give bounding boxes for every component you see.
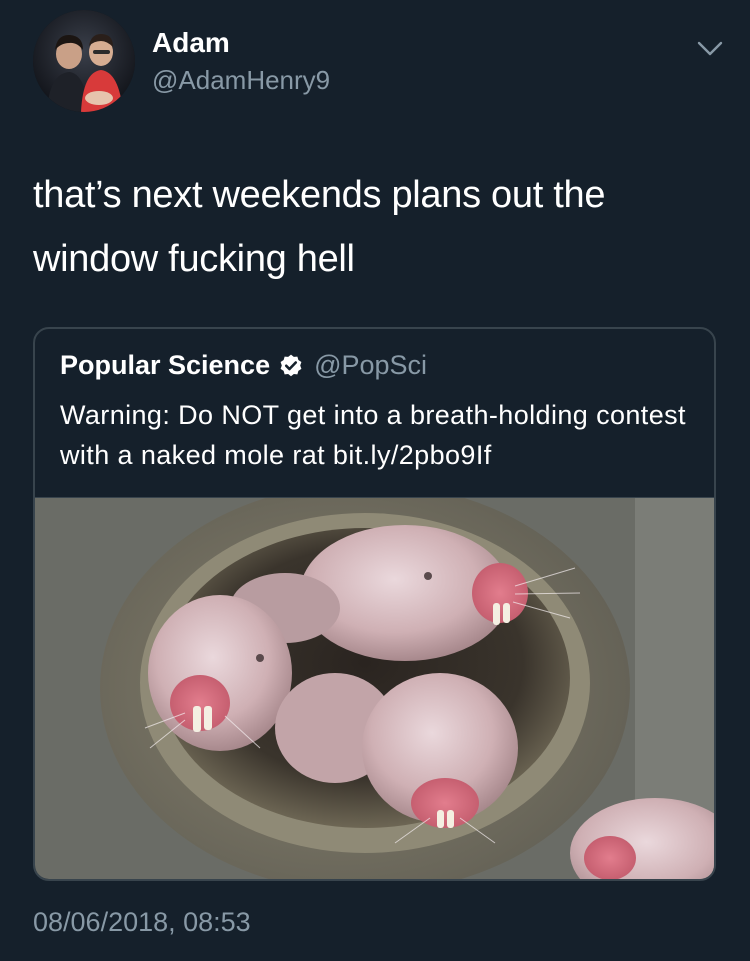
quoted-author-handle: @PopSci [314,350,428,380]
avatar-photo [33,10,135,112]
author-display-name[interactable]: Adam [152,26,230,60]
chevron-down-icon[interactable] [690,28,730,68]
quoted-tweet-header: Popular Science @PopSci [60,350,427,381]
tweet: Adam @AdamHenry9 that’s next weekends pl… [0,0,750,961]
tweet-timestamp[interactable]: 08/06/2018, 08:53 [33,905,251,939]
author-handle[interactable]: @AdamHenry9 [152,64,330,96]
avatar[interactable] [33,10,135,112]
verified-badge-icon [278,353,304,379]
mole-rats-photo [35,498,714,879]
quoted-tweet-text: Warning: Do NOT get into a breath-holdin… [60,400,686,470]
tweet-text: that’s next weekends plans out the windo… [33,174,606,280]
quoted-author-name: Popular Science [60,350,271,380]
quoted-tweet-image[interactable] [35,497,714,879]
quoted-tweet-card[interactable]: Popular Science @PopSci Warning: Do NOT … [33,327,716,881]
